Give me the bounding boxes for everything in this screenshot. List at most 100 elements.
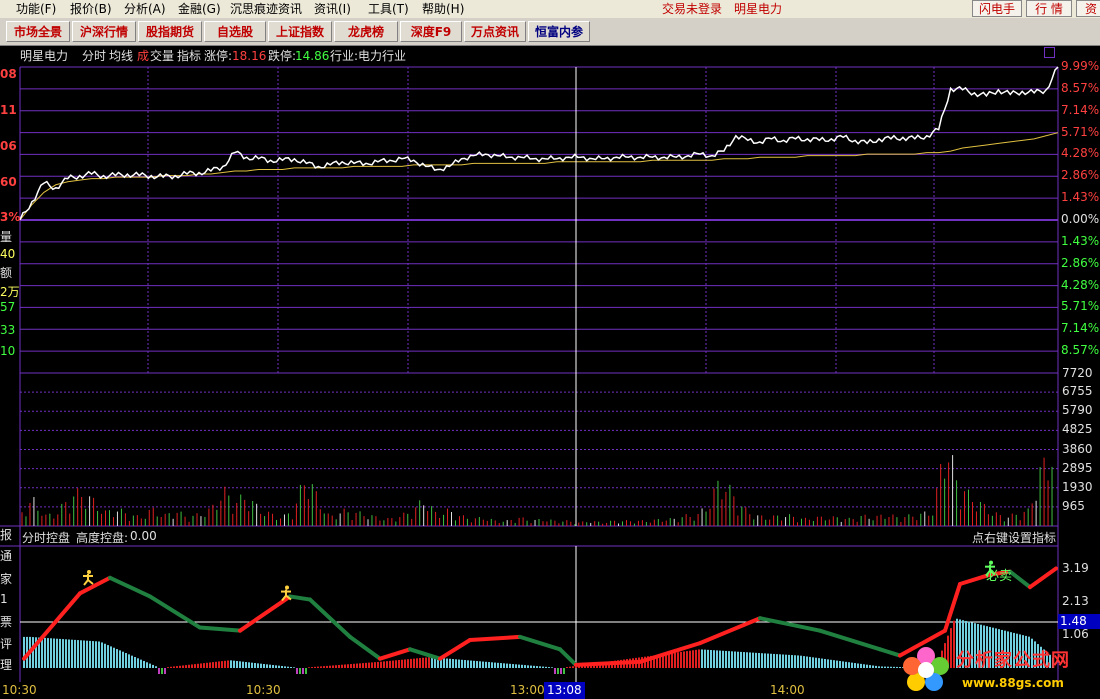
limit-up-label: 涨停: — [204, 49, 233, 63]
limit-down-label: 跌停: — [268, 49, 297, 63]
tab-bar: 市场全景 沪深行情 股指期货 自选股 上证指数 龙虎榜 深度F9 万点资讯 恒富内参 — [0, 18, 1100, 46]
signal-marker-head — [285, 585, 289, 590]
left-label-6: 40 — [0, 247, 16, 261]
watermark-logo: 分析家公式网 www.88gs.com — [900, 638, 1100, 699]
menu-item-2[interactable]: 分析(A) — [124, 1, 166, 17]
indicator-height-label: 高度控盘: — [76, 531, 129, 545]
chart-info-bar: 明星电力 分时 均线 成 交量 指标 涨停: 18.16 跌停: 14.86 行… — [0, 46, 1100, 66]
price-axis-zero: 0.00% — [1061, 212, 1100, 226]
left-label-11: 10 — [0, 344, 16, 358]
price-axis-up-6: 1.43% — [1061, 190, 1100, 205]
menu-item-3[interactable]: 金融(G) — [178, 1, 221, 17]
menu-item-1[interactable]: 报价(B) — [70, 1, 112, 17]
price-axis-down-1: 2.86% — [1061, 255, 1100, 270]
junxian-label[interactable]: 均线 — [109, 46, 133, 66]
volume-axis-5: 2895 — [1062, 460, 1093, 475]
indicator-title: 分时控盘 — [22, 531, 71, 545]
volume-axis-2: 5790 — [1062, 403, 1093, 418]
panel-toggle-icon[interactable] — [1044, 47, 1055, 58]
menu-bar: 功能(F) 报价(B) 分析(A) 金融(G) 沉思痕迹资讯 资讯(I) 工具(T) 帮助(H… — [0, 0, 1100, 18]
limit-down-value: 14.86 — [295, 49, 330, 63]
flower-logo-icon — [903, 647, 949, 691]
indicator-right-hint[interactable]: 点右键设置指标 — [972, 529, 1056, 546]
left-label-10: 33 — [0, 323, 16, 337]
menu-item-0[interactable]: 功能(F) — [16, 1, 56, 17]
limit-up-value: 18.16 — [232, 49, 267, 63]
left-label-0: 08 — [0, 67, 17, 81]
top-button-2[interactable]: 资 — [1076, 0, 1100, 17]
menu-item-5[interactable]: 资讯(I) — [314, 1, 351, 17]
price-axis-up-1: 8.57% — [1061, 80, 1100, 95]
top-button-1[interactable]: 行 情 — [1026, 0, 1072, 17]
signal-marker-head — [87, 570, 91, 574]
stock-name-label: 明星电力 — [20, 49, 69, 63]
tab-5[interactable]: 龙虎榜 — [334, 21, 398, 42]
volume-axis-0: 7720 — [1062, 366, 1093, 380]
left-panel-label-6[interactable]: 理 — [0, 656, 12, 673]
tab-3[interactable]: 自选股 — [204, 21, 266, 42]
volume-axis-6: 1930 — [1062, 479, 1093, 494]
tab-7[interactable]: 万点资讯 — [464, 21, 526, 42]
left-label-2: 06 — [0, 139, 17, 153]
indicator-cursor-value: 1.48 — [1058, 613, 1100, 629]
tab-2[interactable]: 股指期货 — [138, 21, 202, 42]
top-button-0[interactable]: 闪电手 — [972, 0, 1022, 17]
left-panel-label-0[interactable]: 报 — [0, 526, 12, 543]
chart-canvas[interactable] — [0, 0, 1100, 699]
left-label-4: 3% — [0, 210, 21, 224]
left-label-5: 量 — [0, 230, 13, 244]
time-label-2: 13:00 — [510, 683, 545, 697]
left-label-1: 11 — [0, 103, 17, 117]
left-panel-label-3[interactable]: 1 — [0, 592, 8, 606]
volume-axis-1: 6755 — [1062, 384, 1093, 399]
time-label-0: 10:30 — [2, 683, 37, 697]
watermark-text: 分析家公式网 — [956, 650, 1070, 671]
chart-background — [0, 66, 1100, 682]
login-status: 交易未登录 明星电力 — [662, 1, 782, 17]
tab-1[interactable]: 沪深行情 — [72, 21, 136, 42]
industry-value: 电力行业 — [358, 49, 407, 63]
time-label-1: 10:30 — [246, 683, 281, 697]
left-panel-label-5[interactable]: 评 — [0, 635, 12, 652]
jiaoliang-label[interactable]: 交量 — [150, 46, 174, 66]
time-label-3: 13:08 — [544, 682, 585, 699]
left-panel-label-2[interactable]: 家 — [0, 570, 12, 587]
tab-4[interactable]: 上证指数 — [268, 21, 332, 42]
time-label-4: 14:00 — [770, 683, 805, 697]
price-axis-up-2: 7.14% — [1061, 102, 1100, 117]
price-axis-down-0: 1.43% — [1061, 233, 1100, 248]
fenshi-label[interactable]: 分时 — [82, 46, 106, 66]
price-axis-up-3: 5.71% — [1061, 124, 1100, 139]
price-axis-down-5: 8.57% — [1061, 343, 1100, 358]
menu-item-7[interactable]: 帮助(H) — [422, 1, 464, 17]
tab-8[interactable]: 恒富内参 — [528, 21, 590, 42]
sell-signal-text: 必卖 — [986, 568, 1013, 584]
header-stock-name: 明星电力 — [734, 2, 783, 16]
indicator-axis-1: 2.13 — [1062, 593, 1089, 608]
price-axis-up-5: 2.86% — [1061, 168, 1100, 183]
volume-axis-7: 965 — [1062, 498, 1085, 513]
watermark-url: www.88gs.com — [962, 676, 1064, 690]
cheng-label[interactable]: 成 — [137, 46, 149, 66]
zhibiao-label[interactable]: 指标 — [177, 46, 201, 66]
menu-item-4[interactable]: 沉思痕迹资讯 — [230, 1, 302, 17]
price-axis-up-0: 9.99% — [1061, 59, 1100, 73]
volume-axis-3: 4825 — [1062, 422, 1093, 437]
industry-label: 行业: — [330, 49, 359, 63]
price-axis-up-4: 4.28% — [1061, 146, 1100, 161]
left-label-9: 57 — [0, 300, 16, 314]
price-axis-down-4: 7.14% — [1061, 321, 1100, 336]
left-panel-label-4[interactable]: 票 — [0, 613, 12, 630]
left-label-3: 60 — [0, 175, 17, 189]
left-label-8: 2万 — [0, 285, 20, 299]
tab-0[interactable]: 市场全景 — [6, 21, 70, 42]
login-status-text: 交易未登录 — [662, 2, 723, 16]
indicator-axis-0: 3.19 — [1062, 560, 1089, 575]
volume-axis-4: 3860 — [1062, 441, 1093, 456]
menu-item-6[interactable]: 工具(T) — [368, 1, 409, 17]
indicator-height-value: 0.00 — [130, 529, 157, 543]
tab-6[interactable]: 深度F9 — [400, 21, 462, 42]
left-panel-label-1[interactable]: 通 — [0, 547, 12, 564]
price-axis-down-3: 5.71% — [1061, 299, 1100, 314]
price-axis-down-2: 4.28% — [1061, 277, 1100, 292]
